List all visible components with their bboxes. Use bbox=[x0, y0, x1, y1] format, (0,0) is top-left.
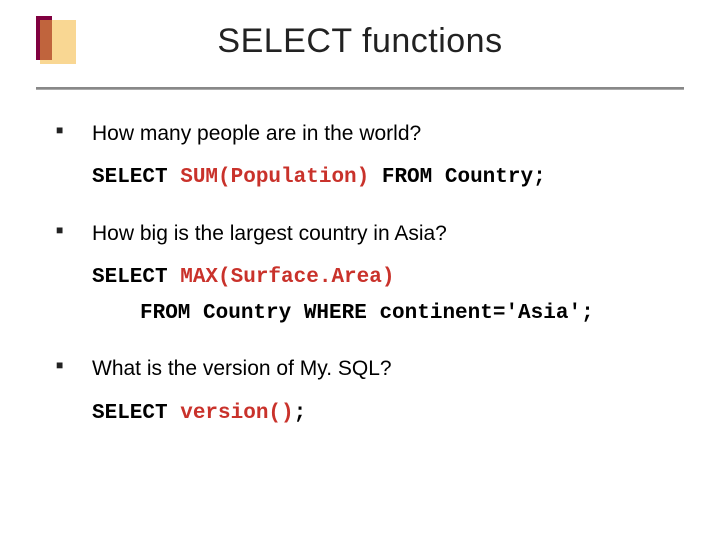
code-line: SELECT MAX(Surface.Area) bbox=[92, 262, 690, 294]
code-plain: SELECT bbox=[92, 266, 180, 289]
code-plain: FROM Country WHERE continent='Asia'; bbox=[140, 302, 594, 325]
code-plain: FROM Country; bbox=[369, 166, 545, 189]
code-plain: ; bbox=[294, 402, 307, 425]
bullet-list: How many people are in the world? SELECT… bbox=[56, 120, 690, 429]
code-line: FROM Country WHERE continent='Asia'; bbox=[92, 298, 690, 330]
code-plain: SELECT bbox=[92, 402, 180, 425]
bullet-question: What is the version of My. SQL? bbox=[92, 355, 690, 383]
title-underline bbox=[36, 88, 684, 90]
bullet-item: What is the version of My. SQL? SELECT v… bbox=[56, 355, 690, 429]
code-line: SELECT SUM(Population) FROM Country; bbox=[92, 162, 690, 194]
code-function: version() bbox=[180, 402, 293, 425]
bullet-question: How many people are in the world? bbox=[92, 120, 690, 148]
bullet-item: How big is the largest country in Asia? … bbox=[56, 220, 690, 329]
code-function: MAX(Surface.Area) bbox=[180, 266, 394, 289]
code-plain: SELECT bbox=[92, 166, 180, 189]
code-function: SUM(Population) bbox=[180, 166, 369, 189]
bullet-question: How big is the largest country in Asia? bbox=[92, 220, 690, 248]
code-line: SELECT version(); bbox=[92, 398, 690, 430]
bullet-item: How many people are in the world? SELECT… bbox=[56, 120, 690, 194]
slide-title: SELECT functions bbox=[0, 22, 720, 61]
